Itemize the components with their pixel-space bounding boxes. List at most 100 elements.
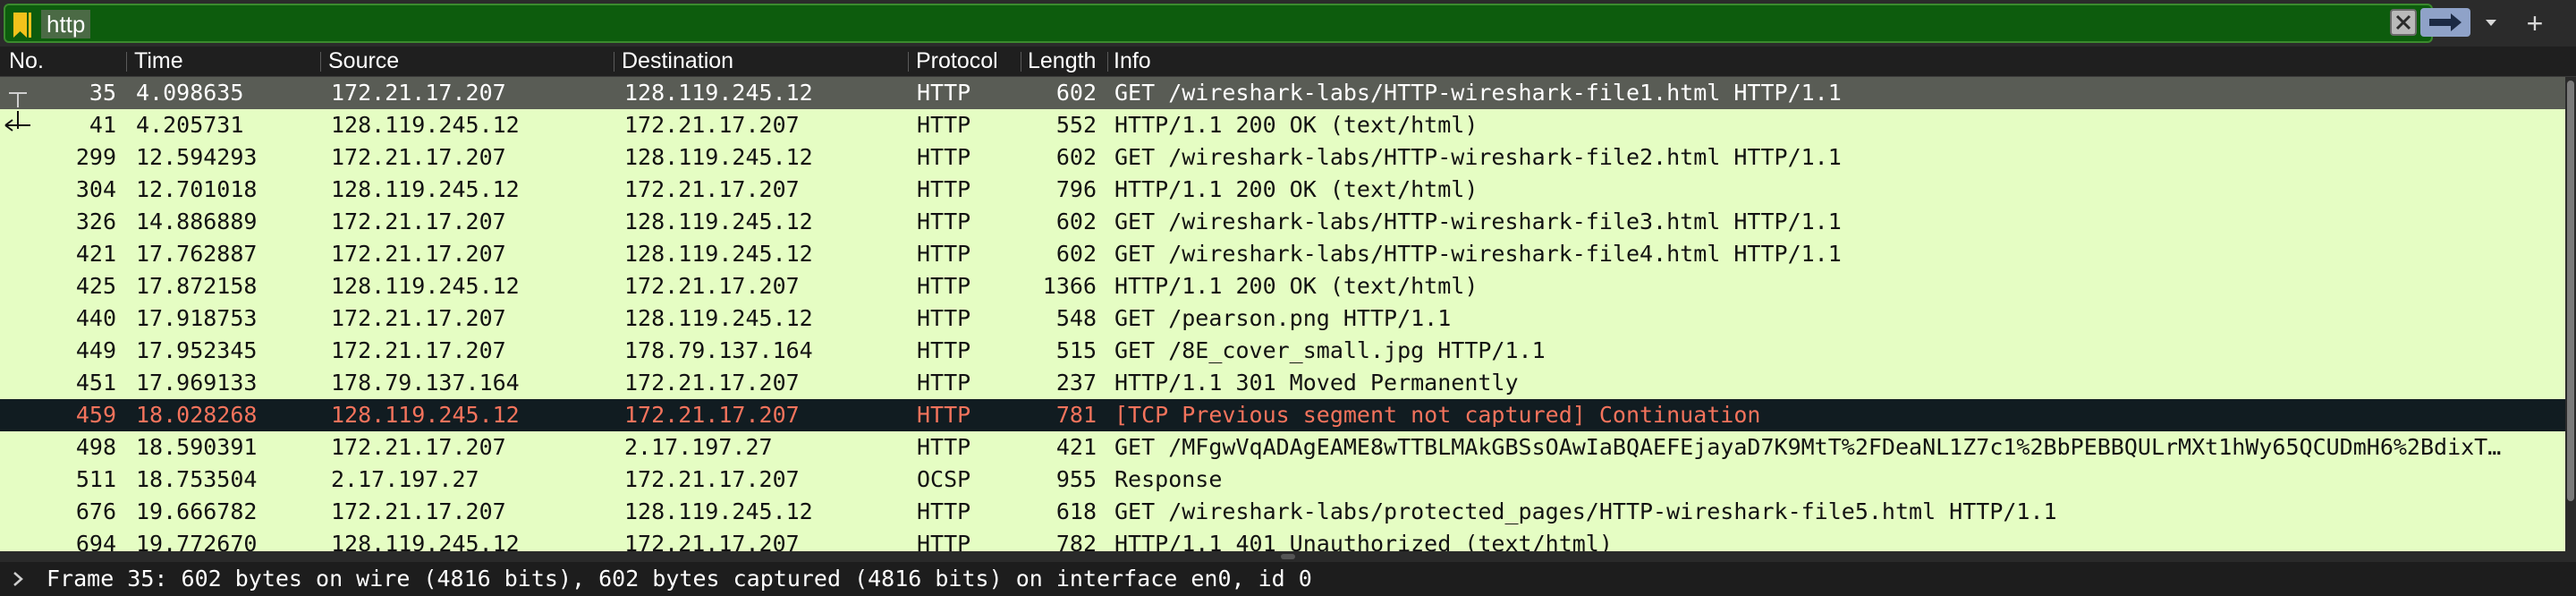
cell-protocol: HTTP [917, 498, 971, 524]
packet-list[interactable]: 35 4.098635 172.21.17.207 128.119.245.12 HTT… [0, 77, 2565, 551]
apply-filter-button[interactable] [2420, 8, 2470, 37]
packet-row[interactable]: 459 18.028268 128.119.245.12 172.21.17.207 H… [0, 399, 2565, 431]
cell-source: 178.79.137.164 [331, 370, 520, 396]
packet-row[interactable]: 498 18.590391 172.21.17.207 2.17.197.27 HTTP… [0, 431, 2565, 464]
cell-protocol: HTTP [917, 337, 971, 363]
cell-source: 172.21.17.207 [331, 434, 506, 460]
cell-protocol: HTTP [917, 209, 971, 234]
splitter-grip[interactable] [1281, 554, 1295, 559]
cell-info: GET /wireshark-labs/HTTP-wireshark-file2… [1114, 144, 1842, 170]
column-header-length[interactable]: Length [1028, 47, 1106, 76]
cell-destination: 172.21.17.207 [624, 273, 800, 299]
packet-row[interactable]: 299 12.594293 172.21.17.207 128.119.245.12 H… [0, 141, 2565, 174]
chevron-down-icon[interactable] [2478, 9, 2504, 36]
cell-info: GET /pearson.png HTTP/1.1 [1114, 305, 1452, 331]
packet-row[interactable]: 425 17.872158 128.119.245.12 172.21.17.207 H… [0, 270, 2565, 302]
column-divider[interactable] [1107, 52, 1108, 72]
packet-row[interactable]: 694 19.772670 128.119.245.12 172.21.17.207 H… [0, 528, 2565, 551]
cell-length: 548 [1055, 305, 1097, 331]
display-filter-input[interactable]: http [4, 4, 2433, 43]
related-packet-response-icon [4, 111, 30, 132]
cell-info: GET /MFgwVqADAgEAME8wTTBLMAkGBSsOAwIaBQA… [1114, 434, 2502, 460]
column-header-destination[interactable]: Destination [622, 47, 899, 76]
packet-row[interactable]: 35 4.098635 172.21.17.207 128.119.245.12 HTT… [0, 77, 2565, 109]
clear-icon[interactable] [2390, 9, 2417, 36]
related-packet-request-icon [9, 92, 27, 107]
cell-protocol: HTTP [917, 273, 971, 299]
cell-no: 676 [75, 498, 116, 524]
packet-row[interactable]: 449 17.952345 172.21.17.207 178.79.137.164 H… [0, 335, 2565, 367]
column-header-time[interactable]: Time [134, 47, 313, 76]
cell-length: 602 [1055, 80, 1097, 106]
packet-row[interactable]: 451 17.969133 178.79.137.164 172.21.17.207 H… [0, 367, 2565, 399]
column-header-protocol[interactable]: Protocol [916, 47, 1019, 76]
scrollbar-thumb[interactable] [2567, 81, 2574, 501]
cell-source: 128.119.245.12 [331, 273, 520, 299]
cell-no: 421 [75, 241, 116, 267]
column-header-info[interactable]: Info [1114, 47, 1382, 76]
cell-no: 451 [75, 370, 116, 396]
cell-source: 172.21.17.207 [331, 209, 506, 234]
cell-length: 782 [1055, 531, 1097, 551]
cell-info: GET /wireshark-labs/protected_pages/HTTP… [1114, 498, 2057, 524]
packet-details-row[interactable]: Frame 35: 602 bytes on wire (4816 bits),… [0, 562, 2576, 596]
column-divider[interactable] [126, 52, 127, 72]
cell-time: 17.918753 [136, 305, 258, 331]
wireshark-window: http + No. Time Source Destination Proto… [0, 0, 2576, 596]
cell-info: GET /wireshark-labs/HTTP-wireshark-file1… [1114, 80, 1842, 106]
cell-length: 237 [1055, 370, 1097, 396]
filter-text[interactable]: http [41, 10, 91, 38]
column-divider[interactable] [908, 52, 909, 72]
cell-time: 18.753504 [136, 466, 258, 492]
packet-row[interactable]: 676 19.666782 172.21.17.207 128.119.245.12 H… [0, 496, 2565, 528]
packet-row[interactable]: 326 14.886889 172.21.17.207 128.119.245.12 H… [0, 206, 2565, 238]
packet-list-header: No. Time Source Destination Protocol Len… [0, 47, 2576, 77]
cell-source: 172.21.17.207 [331, 80, 506, 106]
cell-no: 498 [75, 434, 116, 460]
cell-protocol: HTTP [917, 112, 971, 138]
cell-time: 14.886889 [136, 209, 258, 234]
cell-source: 128.119.245.12 [331, 402, 520, 428]
vertical-scrollbar[interactable] [2565, 77, 2576, 551]
cell-no: 425 [75, 273, 116, 299]
packet-row[interactable]: 421 17.762887 172.21.17.207 128.119.245.12 H… [0, 238, 2565, 270]
cell-destination: 2.17.197.27 [624, 434, 773, 460]
cell-no: 440 [75, 305, 116, 331]
cell-time: 17.872158 [136, 273, 258, 299]
bookmark-icon[interactable] [9, 11, 34, 39]
cell-protocol: HTTP [917, 434, 971, 460]
cell-protocol: HTTP [917, 305, 971, 331]
cell-time: 4.205731 [136, 112, 244, 138]
pane-splitter[interactable] [0, 551, 2576, 562]
cell-info: HTTP/1.1 200 OK (text/html) [1114, 273, 1479, 299]
cell-info: GET /wireshark-labs/HTTP-wireshark-file4… [1114, 241, 1842, 267]
cell-source: 2.17.197.27 [331, 466, 479, 492]
chevron-right-icon[interactable] [11, 571, 25, 587]
cell-source: 172.21.17.207 [331, 498, 506, 524]
column-header-no[interactable]: No. [9, 47, 116, 76]
cell-protocol: HTTP [917, 144, 971, 170]
packet-row[interactable]: 511 18.753504 2.17.197.27 172.21.17.207 OCSP… [0, 464, 2565, 496]
cell-no: 449 [75, 337, 116, 363]
cell-length: 955 [1055, 466, 1097, 492]
cell-time: 17.952345 [136, 337, 258, 363]
packet-row[interactable]: 304 12.701018 128.119.245.12 172.21.17.207 H… [0, 174, 2565, 206]
cell-protocol: HTTP [917, 176, 971, 202]
column-divider[interactable] [320, 52, 321, 72]
cell-no: 511 [75, 466, 116, 492]
cell-destination: 172.21.17.207 [624, 402, 800, 428]
cell-time: 17.762887 [136, 241, 258, 267]
cell-time: 18.590391 [136, 434, 258, 460]
packet-row[interactable]: 41 4.205731 128.119.245.12 172.21.17.207 HTT… [0, 109, 2565, 141]
packet-row[interactable]: 440 17.918753 172.21.17.207 128.119.245.12 H… [0, 302, 2565, 335]
column-header-source[interactable]: Source [328, 47, 606, 76]
cell-time: 18.028268 [136, 402, 258, 428]
cell-info: Response [1114, 466, 1223, 492]
cell-protocol: HTTP [917, 241, 971, 267]
cell-protocol: HTTP [917, 370, 971, 396]
cell-no: 299 [75, 144, 116, 170]
plus-icon[interactable]: + [2517, 5, 2553, 41]
cell-protocol: HTTP [917, 402, 971, 428]
cell-destination: 172.21.17.207 [624, 531, 800, 551]
apply-arrow-icon [2429, 13, 2462, 31]
